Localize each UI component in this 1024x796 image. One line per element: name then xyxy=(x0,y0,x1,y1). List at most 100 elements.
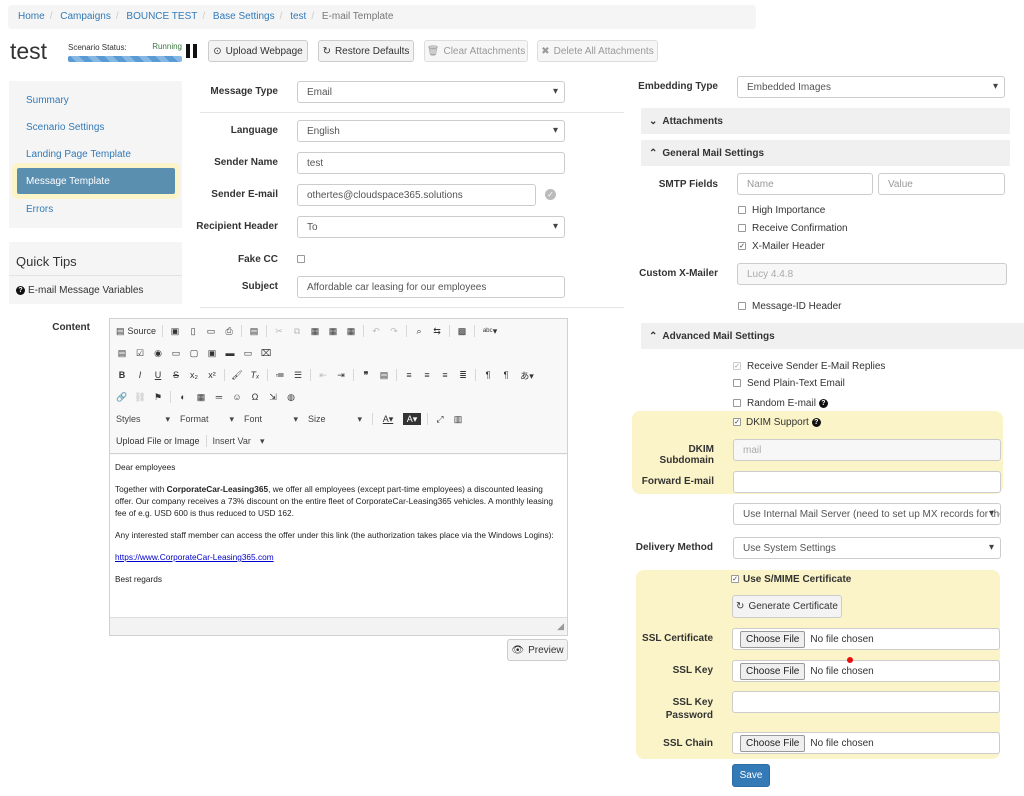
subject-input[interactable]: Affordable car leasing for our employees xyxy=(297,276,565,298)
outdent-icon[interactable]: ⇤ xyxy=(317,369,329,381)
upload-file-button[interactable]: Upload File or Image xyxy=(116,436,200,446)
sender-name-input[interactable]: test xyxy=(297,152,565,174)
language-icon[interactable]: あ▾ xyxy=(518,369,536,381)
use-smime-checkbox[interactable] xyxy=(731,575,739,583)
show-blocks-icon[interactable]: ▥ xyxy=(452,413,464,425)
attachments-section-header[interactable]: ⌄ Attachments xyxy=(641,108,1010,134)
justify-icon[interactable]: ≣ xyxy=(457,369,469,381)
hidden-field-icon[interactable]: ⌧ xyxy=(260,347,272,359)
choose-file-button[interactable]: Choose File xyxy=(740,630,806,648)
find-icon[interactable]: ⌕ xyxy=(413,325,425,337)
ltr-icon[interactable]: ¶ xyxy=(482,369,494,381)
ssl-key-file-input[interactable]: Choose File No file chosen xyxy=(732,660,1000,682)
choose-file-button[interactable]: Choose File xyxy=(740,734,806,752)
radio-icon[interactable]: ◉ xyxy=(152,347,164,359)
maximize-icon[interactable]: ⤢ xyxy=(434,413,446,425)
question-icon[interactable]: ? xyxy=(818,399,828,408)
paste-icon[interactable]: ▦ xyxy=(309,325,321,337)
fake-cc-checkbox[interactable] xyxy=(297,255,305,263)
receive-sender-replies-checkbox[interactable] xyxy=(733,362,741,370)
align-left-icon[interactable]: ≡ xyxy=(403,369,415,381)
ssl-key-password-input[interactable] xyxy=(732,691,1000,713)
sender-email-input[interactable]: othertes@cloudspace365.solutions xyxy=(297,184,536,206)
recipient-header-select[interactable]: To xyxy=(297,216,565,238)
receive-confirmation-checkbox[interactable] xyxy=(738,224,746,232)
sidebar-item-summary[interactable]: Summary xyxy=(26,95,69,106)
cut-icon[interactable]: ✂ xyxy=(273,325,285,337)
message-type-select[interactable]: Email xyxy=(297,81,565,103)
flash-icon[interactable]: ◐ xyxy=(177,391,189,403)
delete-all-attachments-button[interactable]: ✖ Delete All Attachments xyxy=(537,40,658,62)
delivery-method-select[interactable]: Use System Settings xyxy=(733,537,1001,559)
image-button-icon[interactable]: ▭ xyxy=(242,347,254,359)
new-page-icon[interactable]: ▯ xyxy=(187,325,199,337)
undo-icon[interactable]: ↶ xyxy=(370,325,382,337)
size-dropdown[interactable]: Size ▾ xyxy=(308,414,366,425)
print-icon[interactable]: ⎙ xyxy=(223,325,235,337)
unlink-icon[interactable]: ⛓ xyxy=(134,391,146,403)
smtp-name-input[interactable]: Name xyxy=(737,173,873,195)
high-importance-checkbox[interactable] xyxy=(738,206,746,214)
editor-content[interactable]: Dear employees Together with CorporateCa… xyxy=(110,455,567,617)
dkim-subdomain-input[interactable]: mail xyxy=(733,439,1001,461)
restore-defaults-button[interactable]: ↻ Restore Defaults xyxy=(318,40,414,62)
underline-icon[interactable]: U xyxy=(152,369,164,381)
table-icon[interactable]: ▦ xyxy=(195,391,207,403)
save-icon[interactable]: ▣ xyxy=(169,325,181,337)
advanced-mail-settings-header[interactable]: ⌃ Advanced Mail Settings xyxy=(641,323,1024,349)
save-button[interactable]: Save xyxy=(732,764,770,787)
redo-icon[interactable]: ↷ xyxy=(388,325,400,337)
remove-format-icon[interactable]: Tₓ xyxy=(249,369,261,381)
copy-format-icon[interactable]: 🖌 xyxy=(231,369,243,381)
smtp-value-input[interactable]: Value xyxy=(878,173,1005,195)
page-break-icon[interactable]: ⇲ xyxy=(267,391,279,403)
breadcrumb-base-settings[interactable]: Base Settings xyxy=(213,11,275,22)
textarea-icon[interactable]: ▢ xyxy=(188,347,200,359)
horizontal-rule-icon[interactable]: ═ xyxy=(213,391,225,403)
paste-word-icon[interactable]: ▦ xyxy=(345,325,357,337)
generate-certificate-button[interactable]: ↻ Generate Certificate xyxy=(732,595,842,618)
email-variables-link[interactable]: ? E-mail Message Variables xyxy=(16,285,143,296)
templates-icon[interactable]: ▤ xyxy=(248,325,260,337)
insert-var-dropdown[interactable]: Insert Var ▾ xyxy=(213,436,269,447)
indent-icon[interactable]: ⇥ xyxy=(335,369,347,381)
ssl-chain-file-input[interactable]: Choose File No file chosen xyxy=(732,732,1000,754)
text-color-icon[interactable]: A▾ xyxy=(379,413,397,425)
button-field-icon[interactable]: ▬ xyxy=(224,347,236,359)
general-mail-settings-header[interactable]: ⌃ General Mail Settings xyxy=(641,140,1010,166)
preview-doc-icon[interactable]: ▭ xyxy=(205,325,217,337)
mail-server-select[interactable]: Use Internal Mail Server (need to set up… xyxy=(733,503,1001,525)
sidebar-item-errors[interactable]: Errors xyxy=(26,204,53,215)
format-dropdown[interactable]: Format ▾ xyxy=(180,414,238,425)
sidebar-item-message-template[interactable]: Message Template xyxy=(17,168,175,194)
special-char-icon[interactable]: Ω xyxy=(249,391,261,403)
message-id-header-checkbox[interactable] xyxy=(738,302,746,310)
link-icon[interactable]: 🔗 xyxy=(116,391,128,403)
copy-icon[interactable]: ⧉ xyxy=(291,325,303,337)
send-plain-text-checkbox[interactable] xyxy=(733,379,741,387)
dkim-support-checkbox[interactable] xyxy=(733,418,741,426)
breadcrumb-scenario[interactable]: test xyxy=(290,11,306,22)
source-button[interactable]: ▤ Source xyxy=(116,325,156,337)
sidebar-item-landing-page-template[interactable]: Landing Page Template xyxy=(26,149,131,160)
italic-icon[interactable]: I xyxy=(134,369,146,381)
bg-color-icon[interactable]: A▾ xyxy=(403,413,421,425)
smiley-icon[interactable]: ☺ xyxy=(231,391,243,403)
offer-link[interactable]: https://www.CorporateCar-Leasing365.com xyxy=(115,552,274,562)
bold-icon[interactable]: B xyxy=(116,369,128,381)
resize-handle-icon[interactable]: ◢ xyxy=(557,621,564,632)
bulleted-list-icon[interactable]: ☰ xyxy=(292,369,304,381)
ssl-certificate-file-input[interactable]: Choose File No file chosen xyxy=(732,628,1000,650)
align-center-icon[interactable]: ≡ xyxy=(421,369,433,381)
form-icon[interactable]: ▤ xyxy=(116,347,128,359)
superscript-icon[interactable]: x² xyxy=(206,369,218,381)
upload-webpage-button[interactable]: ⊙ Upload Webpage xyxy=(208,40,308,62)
sidebar-item-scenario-settings[interactable]: Scenario Settings xyxy=(26,122,104,133)
iframe-icon[interactable]: ◍ xyxy=(285,391,297,403)
choose-file-button[interactable]: Choose File xyxy=(740,662,806,680)
breadcrumb-campaign[interactable]: BOUNCE TEST xyxy=(126,11,197,22)
textfield-icon[interactable]: ▭ xyxy=(170,347,182,359)
paste-text-icon[interactable]: ▦ xyxy=(327,325,339,337)
breadcrumb-campaigns[interactable]: Campaigns xyxy=(60,11,111,22)
align-right-icon[interactable]: ≡ xyxy=(439,369,451,381)
